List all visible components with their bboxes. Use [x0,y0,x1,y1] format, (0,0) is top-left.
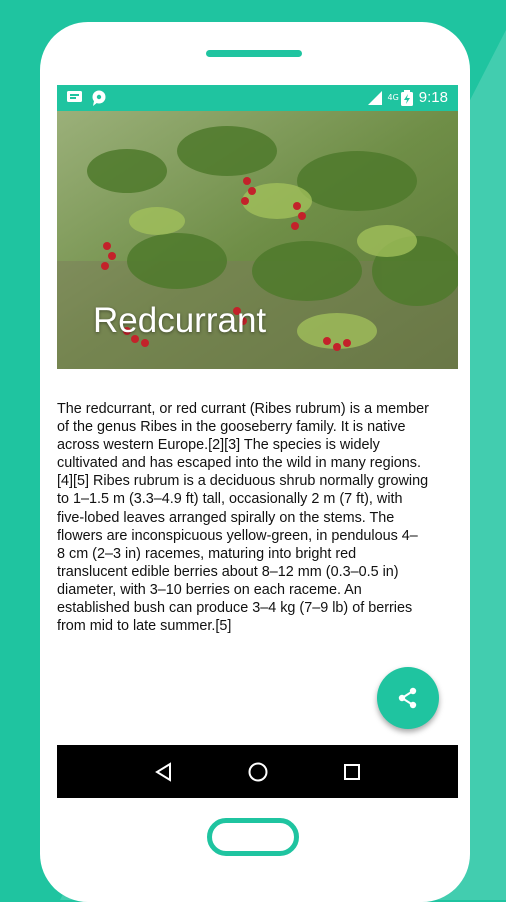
wifi-icon [367,90,382,105]
message-icon [67,91,82,102]
status-time: 9:18 [418,89,448,106]
chat-icon [92,90,106,106]
app-screen: 4G 9:18 Redcurrant The redcurrant, or re… [57,85,458,798]
hero-title: Redcurrant [93,301,267,340]
status-bar: 4G 9:18 [57,85,458,111]
home-icon[interactable] [247,761,269,783]
share-button[interactable] [377,667,439,729]
phone-home-button [207,818,299,856]
back-icon[interactable] [154,761,174,782]
hero-image: Redcurrant [57,111,458,369]
recents-icon[interactable] [343,763,361,781]
navigation-bar [57,745,458,798]
phone-speaker [206,50,302,57]
share-icon [398,687,417,709]
network-type: 4G [387,93,399,102]
battery-icon [400,89,413,106]
article-text: The redcurrant, or red currant (Ribes ru… [57,401,429,635]
